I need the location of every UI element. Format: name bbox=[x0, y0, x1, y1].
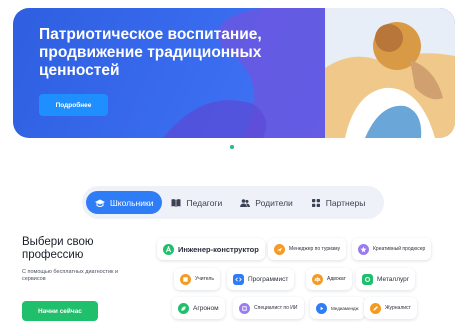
letter-a-icon bbox=[163, 243, 174, 255]
star-icon bbox=[358, 243, 369, 255]
tab-label: Родители bbox=[255, 197, 293, 208]
profession-chip[interactable]: Агроном bbox=[172, 297, 225, 319]
tab-partners[interactable]: Партнеры bbox=[302, 191, 375, 214]
hero-more-button[interactable]: Подробнее bbox=[39, 94, 108, 116]
profession-chip[interactable]: Менеджер по туризму bbox=[268, 238, 347, 260]
profession-chip[interactable]: Программист bbox=[227, 268, 295, 290]
pen-icon bbox=[370, 302, 381, 314]
book-icon bbox=[171, 198, 181, 207]
hero-title: Патриотическое воспитание, продвижение т… bbox=[39, 26, 262, 79]
grid-icon bbox=[311, 198, 320, 207]
scales-icon bbox=[312, 273, 323, 285]
profession-chip[interactable]: Инженер-конструктор bbox=[157, 238, 265, 260]
profession-chip[interactable]: Металлург bbox=[356, 268, 416, 290]
book-icon bbox=[180, 273, 191, 285]
tab-label: Педагоги bbox=[186, 197, 223, 208]
profession-chip[interactable]: Специалист по ИИ bbox=[233, 297, 304, 319]
choose-profession-title: Выбери свою профессию bbox=[22, 236, 94, 261]
profession-chip[interactable]: Журналист bbox=[364, 297, 417, 319]
start-now-button[interactable]: Начни сейчас bbox=[22, 301, 98, 321]
hero-banner: Патриотическое воспитание, продвижение т… bbox=[13, 8, 455, 138]
chip-icon bbox=[239, 302, 250, 314]
audience-tabs: Школьники Педагоги Родители Партнеры bbox=[82, 186, 384, 219]
tab-teachers[interactable]: Педагоги bbox=[162, 191, 231, 214]
leaf-icon bbox=[178, 302, 189, 314]
code-icon bbox=[233, 273, 244, 285]
profession-chip[interactable]: Креативный продюсер bbox=[352, 238, 432, 260]
choose-profession-subtitle: С помощью бесплатных диагностик и сервис… bbox=[22, 269, 119, 282]
gear-icon bbox=[362, 273, 373, 285]
profession-chip[interactable]: Адвокат bbox=[306, 268, 352, 290]
users-icon bbox=[240, 198, 251, 207]
tab-parents[interactable]: Родители bbox=[231, 191, 302, 214]
profession-chip[interactable]: Медиамендж bbox=[310, 297, 365, 319]
tab-label: Партнеры bbox=[325, 197, 366, 208]
carousel-dot[interactable] bbox=[230, 145, 234, 149]
tab-students[interactable]: Школьники bbox=[86, 191, 163, 214]
hero-photo bbox=[325, 8, 455, 138]
profession-chip[interactable]: Учитель bbox=[174, 268, 220, 290]
graduation-cap-icon bbox=[95, 199, 105, 207]
media-icon bbox=[316, 302, 327, 314]
plane-icon bbox=[274, 243, 285, 255]
tab-label: Школьники bbox=[110, 197, 154, 208]
